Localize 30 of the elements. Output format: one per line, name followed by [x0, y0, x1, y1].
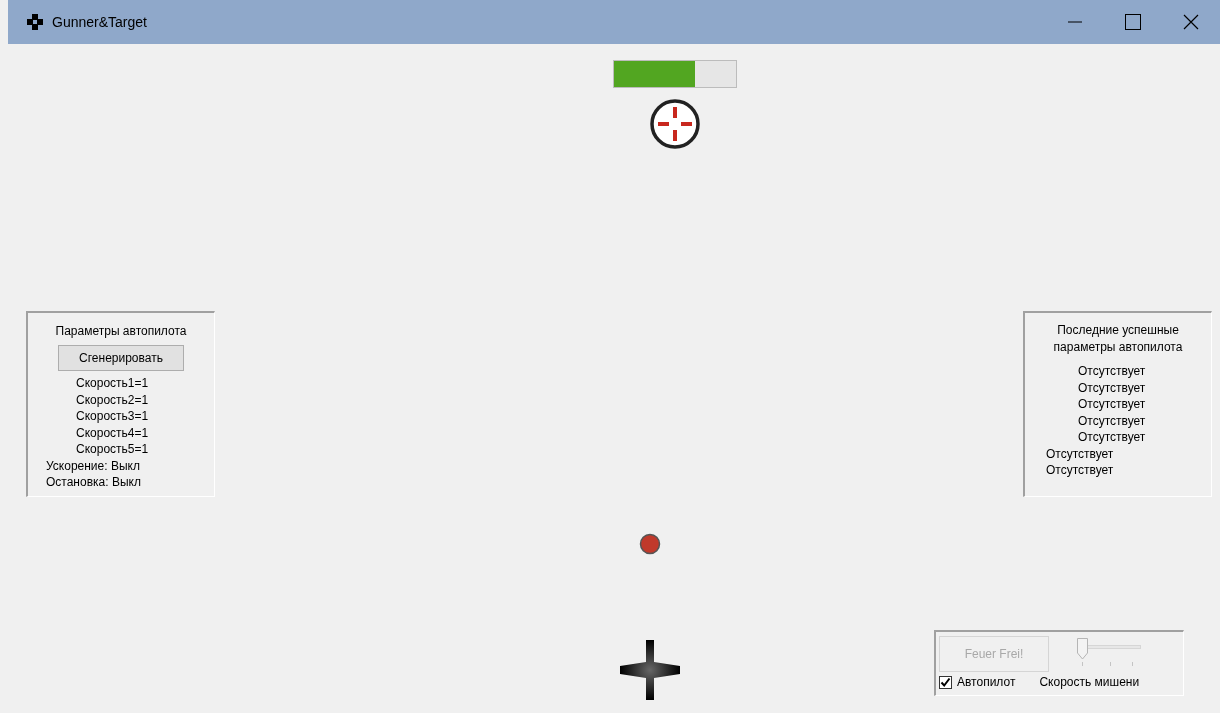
parameter-text: Ускорение: Выкл — [46, 457, 141, 474]
parameter-text: Отсутствует — [1077, 429, 1147, 446]
parameter-text: Скорость3=1 — [75, 408, 149, 425]
parameter-text: Отсутствует — [1077, 379, 1147, 396]
slider-label: Скорость мишени — [1039, 674, 1140, 691]
panel-title: Параметры автопилота — [55, 323, 187, 340]
parameter-text: Отсутствует — [1077, 396, 1147, 413]
parameter-text: Остановка: Выкл — [46, 474, 142, 491]
bullet-icon — [639, 533, 661, 555]
minimize-icon — [1068, 21, 1082, 23]
gunner-icon — [620, 640, 680, 700]
close-icon — [1183, 14, 1199, 30]
parameter-text: Отсутствует — [1077, 363, 1147, 380]
parameter-text: Скорость4=1 — [75, 424, 149, 441]
parameter-text: Отсутствует — [1046, 462, 1115, 479]
maximize-icon — [1125, 14, 1141, 30]
app-icon — [26, 13, 44, 31]
parameter-text: Отсутствует — [1046, 445, 1115, 462]
speed-slider[interactable] — [1077, 636, 1141, 666]
generate-button[interactable]: Сгенерировать — [58, 345, 184, 371]
parameter-text: Отсутствует — [1077, 412, 1147, 429]
window-title: Gunner&Target — [52, 12, 147, 32]
panel-title: Последние успешные параметры автопилота — [1052, 322, 1184, 356]
parameter-text: Скорость2=1 — [75, 391, 149, 408]
autopilot-checkbox[interactable]: Автопилот — [939, 673, 1016, 691]
checkmark-icon — [940, 676, 951, 688]
parameter-text: Скорость5=1 — [75, 441, 149, 458]
slider-thumb[interactable] — [1077, 638, 1088, 660]
target-icon — [649, 98, 701, 150]
parameter-text: Скорость1=1 — [75, 375, 149, 392]
